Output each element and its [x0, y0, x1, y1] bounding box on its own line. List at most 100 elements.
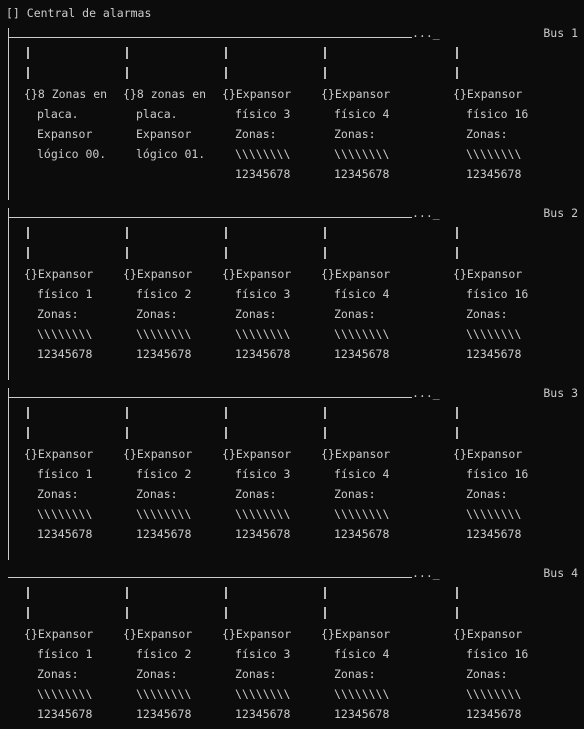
bus-line-tail: ..._ — [412, 386, 440, 400]
bus-drop-tick — [27, 407, 29, 419]
module-text: físico 3 — [235, 287, 291, 301]
module-title: {}Expansor — [222, 87, 292, 101]
bus-line-tail: ..._ — [412, 566, 440, 580]
bus-line — [8, 37, 412, 38]
zone-bits: \\\\\\\\ — [37, 507, 93, 521]
module-title: {}Expansor — [453, 267, 523, 281]
zone-numbers: 12345678 — [37, 527, 93, 541]
zone-bits: \\\\\\\\ — [37, 687, 93, 701]
bus-drop-tick — [126, 67, 128, 79]
zone-bits: \\\\\\\\ — [136, 327, 192, 341]
terminal-window: [] Central de alarmas ..._ Bus 1 {}8 Zonas… — [0, 0, 584, 729]
bus-drop-tick — [27, 607, 29, 619]
zone-bits: \\\\\\\\ — [466, 507, 522, 521]
bus-drop-tick — [324, 607, 326, 619]
bus-drop-tick — [324, 587, 326, 599]
module-title: {}Expansor — [321, 87, 391, 101]
module-text: físico 4 — [334, 287, 390, 301]
zone-numbers: 12345678 — [466, 167, 522, 181]
bus-drop-tick — [324, 227, 326, 239]
zone-bits: \\\\\\\\ — [136, 507, 192, 521]
zones-label: Zonas: — [235, 127, 277, 141]
zone-bits: \\\\\\\\ — [235, 687, 291, 701]
zone-numbers: 12345678 — [334, 527, 390, 541]
bus-label: Bus 3 — [543, 386, 578, 400]
module-text: Expansor — [37, 127, 93, 141]
bus-drop-tick — [27, 587, 29, 599]
module-title: {}Expansor — [453, 447, 523, 461]
bus-drop-tick — [324, 247, 326, 259]
bus-line-tail: ..._ — [412, 206, 440, 220]
bus-drop-tick — [456, 427, 458, 439]
bus-drop-tick — [27, 427, 29, 439]
zone-bits: \\\\\\\\ — [334, 687, 390, 701]
bus-drop-tick — [225, 47, 227, 59]
module-text: físico 3 — [235, 467, 291, 481]
zones-label: Zonas: — [466, 127, 508, 141]
bus-drop-tick — [324, 67, 326, 79]
module-text: físico 2 — [136, 287, 192, 301]
zones-label: Zonas: — [334, 487, 376, 501]
zone-bits: \\\\\\\\ — [136, 687, 192, 701]
module-text: placa. — [136, 107, 178, 121]
bus-drop-tick — [27, 67, 29, 79]
zones-label: Zonas: — [334, 667, 376, 681]
zones-label: Zonas: — [334, 307, 376, 321]
module-text: lógico 00. — [37, 147, 107, 161]
module-text: físico 1 — [37, 467, 93, 481]
bus-line — [8, 577, 412, 578]
bus-drop-tick — [225, 427, 227, 439]
zone-numbers: 12345678 — [334, 707, 390, 721]
module-text: físico 4 — [334, 647, 390, 661]
module-title: {}Expansor — [123, 267, 193, 281]
bus-drop-tick — [126, 407, 128, 419]
zone-numbers: 12345678 — [136, 527, 192, 541]
zone-numbers: 12345678 — [37, 347, 93, 361]
zone-numbers: 12345678 — [235, 527, 291, 541]
module-text: Expansor — [136, 127, 192, 141]
zones-label: Zonas: — [37, 307, 79, 321]
module-text: físico 2 — [136, 467, 192, 481]
bus-line — [8, 217, 412, 218]
module-text: físico 16 — [466, 647, 529, 661]
bus-drop-tick — [456, 47, 458, 59]
zone-numbers: 12345678 — [466, 347, 522, 361]
zone-numbers: 12345678 — [466, 707, 522, 721]
module-title: {}Expansor — [321, 267, 391, 281]
module-text: físico 16 — [466, 107, 529, 121]
zone-numbers: 12345678 — [136, 347, 192, 361]
bus-drop-tick — [225, 67, 227, 79]
zone-bits: \\\\\\\\ — [37, 327, 93, 341]
bus-drop-tick — [324, 427, 326, 439]
module-text: placa. — [37, 107, 79, 121]
zone-bits: \\\\\\\\ — [235, 507, 291, 521]
module-title: {}Expansor — [123, 447, 193, 461]
bus-drop-tick — [456, 607, 458, 619]
zone-numbers: 12345678 — [235, 707, 291, 721]
zone-bits: \\\\\\\\ — [235, 147, 291, 161]
module-title: {}Expansor — [123, 627, 193, 641]
bus-drop-tick — [126, 227, 128, 239]
bus-drop-tick — [225, 407, 227, 419]
zone-bits: \\\\\\\\ — [466, 327, 522, 341]
zones-label: Zonas: — [466, 307, 508, 321]
bus-drop-tick — [27, 227, 29, 239]
bus-drop-tick — [126, 247, 128, 259]
zone-bits: \\\\\\\\ — [466, 687, 522, 701]
module-title: {}Expansor — [222, 447, 292, 461]
zone-bits: \\\\\\\\ — [235, 327, 291, 341]
module-text: físico 1 — [37, 647, 93, 661]
bus-rail — [8, 28, 9, 200]
module-title: {}Expansor — [453, 87, 523, 101]
zones-label: Zonas: — [334, 127, 376, 141]
bus-rail — [8, 388, 9, 560]
bus-drop-tick — [324, 407, 326, 419]
bus-line-tail: ..._ — [412, 26, 440, 40]
module-text: físico 16 — [466, 467, 529, 481]
zones-label: Zonas: — [37, 487, 79, 501]
zones-label: Zonas: — [136, 667, 178, 681]
module-title: {}Expansor — [321, 447, 391, 461]
bus-drop-tick — [126, 587, 128, 599]
module-text: físico 3 — [235, 107, 291, 121]
zone-bits: \\\\\\\\ — [466, 147, 522, 161]
